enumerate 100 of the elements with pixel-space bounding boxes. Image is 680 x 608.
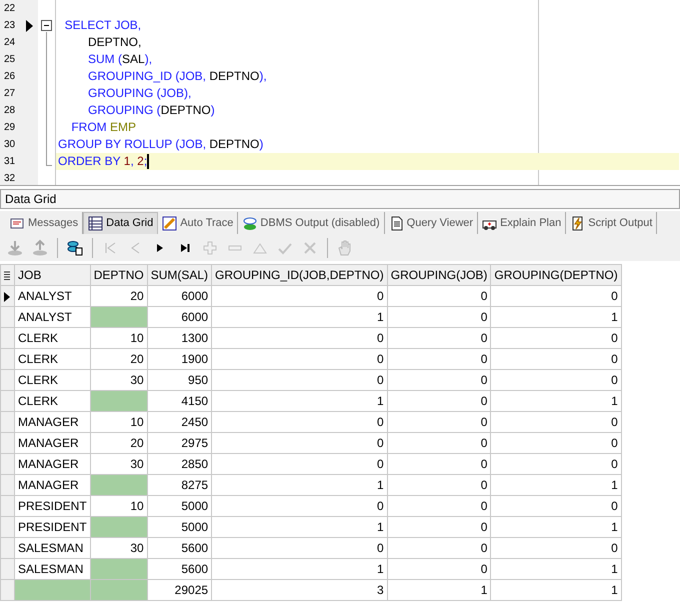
code-line: GROUPING_ID (JOB, DEPTNO),: [87, 69, 267, 83]
code-line: GROUPING (JOB),: [87, 86, 192, 100]
line-number: 30: [4, 139, 16, 150]
code-line: SUM (SAL),: [87, 52, 152, 66]
line-number: 22: [4, 3, 16, 14]
table-cell: 1: [212, 474, 388, 496]
table-cell: 1: [490, 580, 622, 600]
table-cell: MANAGER: [14, 454, 90, 474]
table-cell: 5000: [147, 496, 212, 516]
table-cell: 2975: [147, 432, 212, 454]
column-header[interactable]: GROUPING(DEPTNO): [490, 264, 622, 286]
table-cell: 0: [212, 370, 388, 390]
text-cursor: [147, 154, 150, 170]
table-cell: 1: [490, 390, 622, 412]
tab-icon: [10, 216, 25, 230]
line-number: 32: [4, 173, 16, 184]
table-cell: 0: [212, 496, 388, 516]
table-cell: 1: [490, 306, 622, 328]
table-cell: 3: [212, 580, 388, 600]
table-cell: 8275: [147, 474, 212, 496]
table-cell: 29025: [147, 580, 212, 600]
table-cell: ANALYST: [14, 286, 90, 306]
collapse-icon[interactable]: [41, 20, 52, 31]
table-cell: 0: [387, 370, 491, 390]
table-cell: 0: [212, 454, 388, 474]
table-cell: CLERK: [14, 348, 90, 370]
result-tab[interactable]: Explain Plan: [478, 212, 566, 234]
column-header[interactable]: DEPTNO: [90, 264, 148, 286]
line-number: 27: [4, 88, 16, 99]
table-cell: ANALYST: [14, 306, 90, 328]
code-line: GROUPING (DEPTNO): [87, 103, 215, 117]
table-cell: 0: [387, 516, 491, 538]
table-cell: 0: [387, 432, 491, 454]
table-cell: 950: [147, 370, 212, 390]
table-cell: 6000: [147, 286, 212, 306]
null-cell: [90, 390, 148, 412]
table-cell: 0: [387, 474, 491, 496]
table-cell: MANAGER: [14, 474, 90, 496]
column-header[interactable]: GROUPING(JOB): [387, 264, 491, 286]
null-cell: [90, 516, 148, 538]
table-cell: 0: [212, 432, 388, 454]
table-cell: 10: [90, 412, 148, 432]
table-cell: 0: [212, 538, 388, 558]
tab-icon: [388, 216, 404, 230]
line-number: 31: [4, 156, 16, 167]
null-cell: [90, 580, 148, 600]
table-cell: 0: [212, 348, 388, 370]
code-line: FROM EMP: [70, 120, 136, 134]
table-cell: 0: [490, 538, 622, 558]
tab-icon: [88, 216, 104, 231]
line-number: 24: [4, 37, 16, 48]
table-cell: CLERK: [14, 328, 90, 348]
line-number: 28: [4, 105, 16, 116]
table-cell: CLERK: [14, 390, 90, 412]
table-cell: 0: [387, 412, 491, 432]
table-cell: 1: [490, 516, 622, 538]
table-cell: 0: [212, 328, 388, 348]
code-line: ORDER BY 1, 2;: [58, 154, 148, 168]
table-cell: 1300: [147, 328, 212, 348]
code-line: GROUP BY ROLLUP (JOB, DEPTNO): [58, 137, 264, 151]
result-tab[interactable]: Data Grid: [83, 212, 158, 234]
table-cell: 0: [490, 348, 622, 370]
table-cell: 10: [90, 328, 148, 348]
table-cell: 0: [387, 390, 491, 412]
table-cell: 0: [490, 328, 622, 348]
line-number: 26: [4, 71, 16, 82]
table-cell: 0: [490, 432, 622, 454]
table-cell: 1: [212, 390, 388, 412]
table-cell: MANAGER: [14, 432, 90, 454]
table-cell: 0: [387, 286, 491, 306]
result-tab[interactable]: DBMS Output (disabled): [238, 212, 385, 234]
table-cell: 0: [490, 454, 622, 474]
table-cell: 1: [212, 516, 388, 538]
table-cell: 20: [90, 348, 148, 370]
table-cell: PRESIDENT: [14, 496, 90, 516]
table-cell: 1: [490, 474, 622, 496]
table-cell: 0: [387, 306, 491, 328]
table-cell: 4150: [147, 390, 212, 412]
null-cell: [90, 306, 148, 328]
table-cell: 0: [387, 328, 491, 348]
column-header[interactable]: JOB: [14, 264, 90, 286]
table-cell: 0: [490, 496, 622, 516]
result-tab[interactable]: Script Output: [566, 212, 658, 234]
table-cell: 2850: [147, 454, 212, 474]
table-cell: 5600: [147, 558, 212, 580]
line-number: 25: [4, 54, 16, 65]
result-tab[interactable]: Auto Trace: [158, 212, 238, 234]
column-header[interactable]: GROUPING_ID(JOB,DEPTNO): [212, 264, 388, 286]
table-cell: MANAGER: [14, 412, 90, 432]
tab-icon: [570, 216, 586, 230]
table-cell: 20: [90, 432, 148, 454]
table-cell: 0: [387, 558, 491, 580]
table-cell: 5000: [147, 516, 212, 538]
column-header[interactable]: SUM(SAL): [147, 264, 212, 286]
table-cell: 0: [490, 412, 622, 432]
table-cell: 0: [212, 412, 388, 432]
null-cell: [90, 474, 148, 496]
result-tab[interactable]: Query Viewer: [384, 212, 478, 234]
grid-menu-icon[interactable]: [4, 270, 10, 281]
table-cell: 1: [212, 558, 388, 580]
